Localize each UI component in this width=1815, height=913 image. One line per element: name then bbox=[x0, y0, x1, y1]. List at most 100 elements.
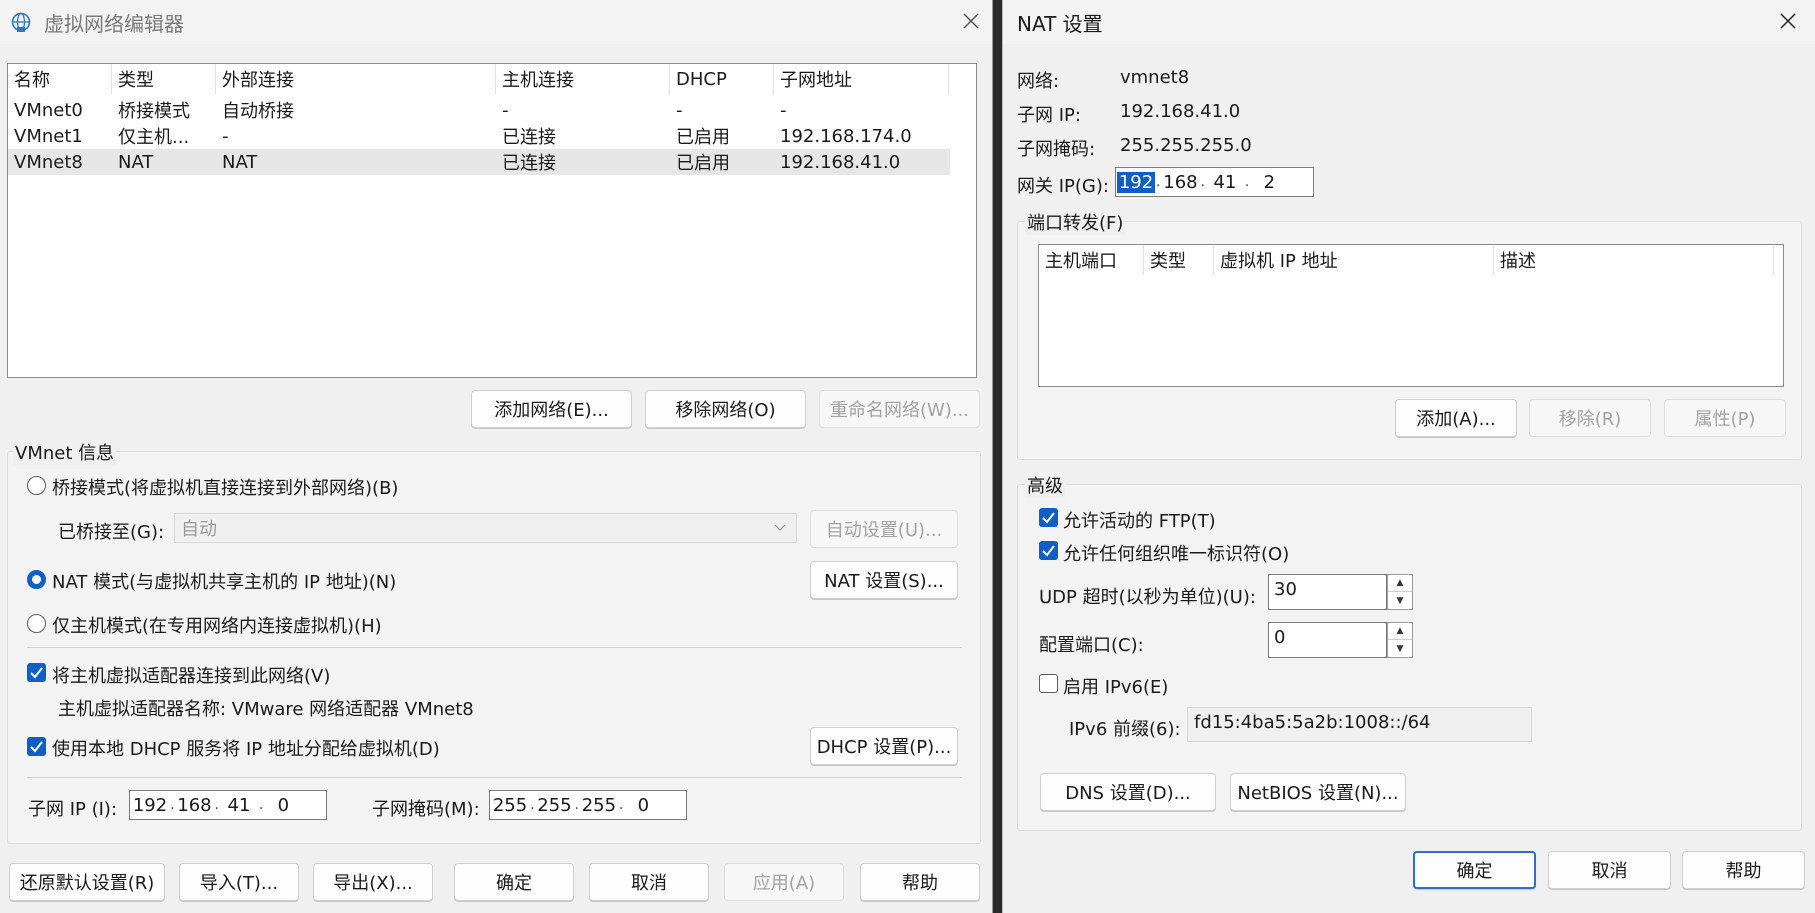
cell: VMnet0 bbox=[14, 99, 83, 121]
ipv6-prefix-input[interactable]: fd15:4ba5:5a2b:1008::/64 bbox=[1187, 707, 1532, 742]
apply-button[interactable]: 应用(A) bbox=[724, 863, 844, 901]
nat-mode-label[interactable]: NAT 模式(与虚拟机共享主机的 IP 地址)(N) bbox=[52, 568, 396, 594]
col-dhcp[interactable]: DHCP bbox=[670, 64, 774, 94]
import-button[interactable]: 导入(T)... bbox=[179, 863, 299, 901]
bridged-mode-radio[interactable] bbox=[27, 476, 46, 495]
export-button[interactable]: 导出(X)... bbox=[313, 863, 433, 901]
col-type[interactable]: 类型 bbox=[112, 64, 216, 94]
enable-ipv6-checkbox[interactable] bbox=[1039, 674, 1058, 693]
auto-settings-button[interactable]: 自动设置(U)... bbox=[810, 510, 958, 548]
ip-octet[interactable]: 255 bbox=[534, 795, 574, 816]
close-icon[interactable] bbox=[1777, 10, 1799, 32]
bridged-to-label: 已桥接至(G): bbox=[58, 522, 165, 543]
config-port-input[interactable]: 0 bbox=[1268, 622, 1387, 658]
rename-network-button[interactable]: 重命名网络(W)... bbox=[819, 390, 980, 428]
col-external[interactable]: 外部连接 bbox=[216, 64, 496, 94]
config-port-label: 配置端口(C): bbox=[1039, 635, 1144, 656]
arrow-up-icon[interactable]: ▲ bbox=[1388, 575, 1412, 592]
arrow-down-icon[interactable]: ▼ bbox=[1388, 592, 1412, 609]
subnet-ip-input[interactable]: 192. 168. 41. 0 bbox=[129, 790, 327, 820]
allow-uuid-label[interactable]: 允许任何组织唯一标识符(O) bbox=[1063, 540, 1289, 566]
help-button[interactable]: 帮助 bbox=[860, 863, 980, 901]
remove-network-button[interactable]: 移除网络(O) bbox=[645, 390, 806, 428]
col-name[interactable]: 名称 bbox=[8, 64, 112, 94]
ok-button[interactable]: 确定 bbox=[454, 863, 574, 901]
col-subnet[interactable]: 子网地址 bbox=[774, 64, 949, 94]
help-button[interactable]: 帮助 bbox=[1682, 851, 1805, 889]
bridged-to-select[interactable]: 自动 bbox=[174, 513, 797, 543]
ip-octet[interactable]: 41 bbox=[1205, 172, 1245, 193]
col-description[interactable]: 描述 bbox=[1494, 245, 1774, 275]
nat-settings-button[interactable]: NAT 设置(S)... bbox=[810, 561, 958, 599]
gateway-ip-input[interactable]: 192. 168. 41. 2 bbox=[1115, 167, 1314, 197]
udp-timeout-input[interactable]: 30 bbox=[1268, 574, 1387, 610]
nat-mode-radio[interactable] bbox=[27, 570, 46, 589]
table-row[interactable]: VMnet1 仅主机... - 已连接 已启用 192.168.174.0 bbox=[8, 123, 949, 149]
col-host-port[interactable]: 主机端口 bbox=[1039, 245, 1144, 275]
properties-port-button[interactable]: 属性(P) bbox=[1664, 399, 1786, 437]
close-icon[interactable] bbox=[960, 10, 982, 32]
ip-octet[interactable]: 168 bbox=[1160, 172, 1200, 193]
ip-octet[interactable]: 41 bbox=[219, 795, 259, 816]
ip-octet[interactable]: 168 bbox=[174, 795, 214, 816]
cancel-button[interactable]: 取消 bbox=[589, 863, 709, 901]
checkmark-icon bbox=[30, 741, 43, 753]
network-list[interactable]: 名称 类型 外部连接 主机连接 DHCP 子网地址 VMnet0 桥接模式 自动… bbox=[7, 63, 977, 378]
enable-ipv6-label[interactable]: 启用 IPv6(E) bbox=[1063, 673, 1168, 699]
allow-ftp-checkbox[interactable] bbox=[1039, 508, 1058, 527]
ok-button[interactable]: 确定 bbox=[1413, 851, 1536, 889]
udp-timeout-stepper[interactable]: ▲ ▼ bbox=[1387, 574, 1413, 610]
dhcp-settings-button[interactable]: DHCP 设置(P)... bbox=[810, 727, 958, 765]
cell: NAT bbox=[118, 151, 154, 173]
cell: 192.168.174.0 bbox=[780, 125, 912, 147]
use-dhcp-label[interactable]: 使用本地 DHCP 服务将 IP 地址分配给虚拟机(D) bbox=[52, 735, 440, 761]
ip-octet[interactable]: 0 bbox=[623, 795, 663, 816]
ip-octet[interactable]: 0 bbox=[263, 795, 303, 816]
add-network-button[interactable]: 添加网络(E)... bbox=[471, 390, 632, 428]
subnet-mask-input[interactable]: 255. 255. 255. 0 bbox=[489, 790, 687, 820]
arrow-up-icon[interactable]: ▲ bbox=[1388, 623, 1412, 640]
allow-ftp-label[interactable]: 允许活动的 FTP(T) bbox=[1063, 507, 1216, 533]
host-only-mode-radio[interactable] bbox=[27, 614, 46, 633]
connect-adapter-label[interactable]: 将主机虚拟适配器连接到此网络(V) bbox=[52, 662, 330, 688]
port-forwarding-header: 主机端口 类型 虚拟机 IP 地址 描述 bbox=[1039, 245, 1783, 275]
advanced-legend: 高级 bbox=[1025, 472, 1065, 498]
remove-port-button[interactable]: 移除(R) bbox=[1529, 399, 1651, 437]
host-only-mode-label[interactable]: 仅主机模式(在专用网络内连接虚拟机)(H) bbox=[52, 612, 382, 638]
config-port-stepper[interactable]: ▲ ▼ bbox=[1387, 622, 1413, 658]
port-forwarding-list[interactable]: 主机端口 类型 虚拟机 IP 地址 描述 bbox=[1038, 244, 1784, 387]
netbios-settings-button[interactable]: NetBIOS 设置(N)... bbox=[1230, 773, 1406, 811]
divider bbox=[27, 777, 962, 778]
cell: - bbox=[676, 99, 683, 121]
ip-octet[interactable]: 255 bbox=[490, 795, 530, 816]
col-vm-ip[interactable]: 虚拟机 IP 地址 bbox=[1214, 245, 1494, 275]
cell: 192.168.41.0 bbox=[780, 151, 901, 173]
restore-defaults-button[interactable]: 还原默认设置(R) bbox=[9, 863, 165, 901]
add-port-button[interactable]: 添加(A)... bbox=[1395, 399, 1517, 437]
cell: - bbox=[222, 125, 229, 147]
cell: 仅主机... bbox=[118, 127, 190, 148]
ip-octet[interactable]: 192 bbox=[130, 795, 170, 816]
ip-octet-selected[interactable]: 192 bbox=[1116, 171, 1156, 193]
gateway-ip-label: 网关 IP(G): bbox=[1017, 176, 1109, 197]
col-type[interactable]: 类型 bbox=[1144, 245, 1214, 275]
network-label: 网络: bbox=[1017, 71, 1060, 92]
ip-octet[interactable]: 2 bbox=[1249, 172, 1289, 193]
cell: 已连接 bbox=[502, 127, 556, 148]
subnet-mask-label: 子网掩码(M): bbox=[372, 799, 480, 820]
network-globe-icon bbox=[11, 12, 31, 32]
connect-adapter-checkbox[interactable] bbox=[27, 663, 46, 682]
table-row[interactable]: VMnet0 桥接模式 自动桥接 - - - bbox=[8, 97, 949, 123]
bridged-mode-label[interactable]: 桥接模式(将虚拟机直接连接到外部网络)(B) bbox=[52, 474, 398, 500]
arrow-down-icon[interactable]: ▼ bbox=[1388, 640, 1412, 657]
checkmark-icon bbox=[1042, 545, 1055, 557]
table-row-selected[interactable]: VMnet8 NAT NAT 已连接 已启用 192.168.41.0 bbox=[8, 149, 950, 175]
allow-uuid-checkbox[interactable] bbox=[1039, 541, 1058, 560]
cancel-button[interactable]: 取消 bbox=[1548, 851, 1671, 889]
dns-settings-button[interactable]: DNS 设置(D)... bbox=[1040, 773, 1216, 811]
ip-octet[interactable]: 255 bbox=[579, 795, 619, 816]
chevron-down-icon bbox=[774, 524, 786, 531]
use-dhcp-checkbox[interactable] bbox=[27, 737, 46, 756]
col-host[interactable]: 主机连接 bbox=[496, 64, 670, 94]
network-value: vmnet8 bbox=[1120, 67, 1190, 88]
